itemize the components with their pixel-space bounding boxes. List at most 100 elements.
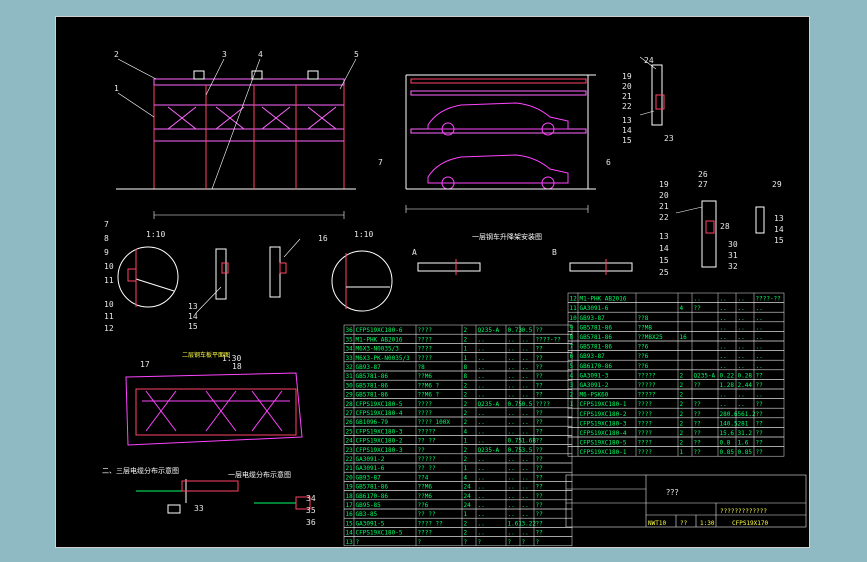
table-cell: GB5781-86 <box>580 344 613 351</box>
table-cell: 15 <box>346 520 354 527</box>
balloon: 10 <box>104 262 114 271</box>
table-cell: .. <box>756 324 763 331</box>
table-cell: .. <box>508 419 515 426</box>
table-cell: 281 <box>738 420 749 427</box>
table-cell: M1-PHK AB2016 <box>356 336 403 343</box>
table-cell: ?? <box>694 440 702 447</box>
table-cell: ??M8X25 <box>638 334 664 341</box>
drawing-sheet: 2 3 4 5 1 6 7 19 20 21 22 24 13 14 15 23… <box>55 16 810 548</box>
balloon: 32 <box>728 262 738 271</box>
table-cell: ? <box>418 539 422 546</box>
table-cell: .. <box>738 392 745 399</box>
table-cell: ?? <box>756 430 764 437</box>
table-cell: .. <box>738 353 745 360</box>
table-cell: .. <box>720 344 727 351</box>
table-cell: ??4 <box>418 474 429 481</box>
table-cell: .. <box>508 493 515 500</box>
table-cell: .. <box>720 305 727 312</box>
table-cell: ?? <box>536 382 544 389</box>
table-cell: CFPS19XC180-5 <box>356 401 403 408</box>
balloon: 15 <box>622 136 632 145</box>
table-cell: ????-?? <box>536 336 562 343</box>
table-cell: ?? <box>756 440 764 447</box>
table-cell: .. <box>508 382 515 389</box>
table-cell: .. <box>522 465 529 472</box>
table-cell: ???? 100X <box>418 419 451 426</box>
table-cell: 22 <box>346 456 354 463</box>
table-cell: 30 <box>346 382 354 389</box>
table-cell: CFPS19XC180-3 <box>356 447 403 454</box>
table-cell: ?? <box>418 447 426 454</box>
table-cell: .. <box>720 353 727 360</box>
table-cell: 6 <box>570 353 574 360</box>
table-cell: 0.5 <box>522 327 533 334</box>
caption-floor-1: 一层电缆分布示意图 <box>228 470 291 479</box>
table-cell: 15.6 <box>720 430 735 437</box>
table-cell: .. <box>478 456 485 463</box>
table-cell: ?? <box>536 410 544 417</box>
table-cell: ????? <box>418 456 436 463</box>
table-cell: CFPS19XC180-4 <box>580 430 627 437</box>
table-cell: ?? ?? <box>418 511 436 518</box>
table-cell: ??6 <box>638 344 649 351</box>
table-cell: 27 <box>346 410 354 417</box>
table-cell: .. <box>756 353 763 360</box>
table-cell: 10 <box>570 315 578 322</box>
table-cell: 3.5 <box>522 447 533 454</box>
right-detail-mid <box>675 200 765 268</box>
table-cell: 1 <box>680 449 684 456</box>
cad-drawing: 2 3 4 5 1 6 7 19 20 21 22 24 13 14 15 23… <box>102 50 807 547</box>
table-cell: .. <box>756 363 763 370</box>
table-cell: 2 <box>680 372 684 379</box>
balloon: 11 <box>104 312 114 321</box>
table-cell: 561.2 <box>738 411 756 418</box>
table-cell: 3 <box>570 382 574 389</box>
balloon: 29 <box>772 180 782 189</box>
table-cell: 1 <box>464 438 468 445</box>
table-cell: .. <box>508 456 515 463</box>
table-cell: ?? <box>536 456 544 463</box>
table-cell: .. <box>720 315 727 322</box>
table-cell: GA3091-6 <box>356 465 385 472</box>
table-cell: .. <box>720 401 727 408</box>
table-cell: CFPS19XC180-3 <box>580 420 627 427</box>
table-cell: ???? <box>418 355 433 362</box>
table-cell: .. <box>756 334 763 341</box>
table-cell: ???? ?? <box>418 520 444 527</box>
balloon: 26 <box>698 170 708 179</box>
table-cell: ?? <box>536 474 544 481</box>
table-cell: .. <box>720 363 727 370</box>
table-cell: Q235-A <box>478 327 500 334</box>
table-cell: ??M6 <box>418 493 433 500</box>
table-cell: ??M6 <box>418 373 433 380</box>
table-cell: .. <box>478 438 485 445</box>
table-cell: ??M6 ? <box>418 392 440 399</box>
table-cell: .. <box>478 392 485 399</box>
table-cell: 2 <box>464 392 468 399</box>
table-cell: .. <box>508 530 515 537</box>
table-cell: ?? <box>536 438 544 445</box>
table-cell: GB5781-86 <box>580 334 613 341</box>
table-cell: ??M6 ? <box>418 382 440 389</box>
caption-upper-plan: 二层钢车板平面图 <box>182 351 230 359</box>
table-cell: .. <box>522 382 529 389</box>
table-cell: ?? <box>756 449 764 456</box>
balloon: 1 <box>114 84 119 93</box>
table-cell: ?? <box>536 364 544 371</box>
table-cell: ?? <box>536 520 544 527</box>
table-cell: ???? <box>638 440 653 447</box>
table-cell: ?? <box>756 372 764 379</box>
table-cell: ???? <box>418 346 433 353</box>
scale-labels: 1:10 1:10 1:30 <box>146 230 373 363</box>
table-cell: .. <box>738 344 745 351</box>
table-cell: .. <box>478 428 485 435</box>
title-block-scale: 1:30 <box>700 520 715 527</box>
table-cell: 1.28 <box>720 382 735 389</box>
table-cell: .. <box>478 530 485 537</box>
table-cell: M1-PHK AB2016 <box>580 296 627 303</box>
table-cell: ??6 <box>638 353 649 360</box>
table-cell: 2 <box>464 520 468 527</box>
table-cell: ? <box>478 539 482 546</box>
table-cell: ???? <box>418 327 433 334</box>
table-cell: 26 <box>346 419 354 426</box>
